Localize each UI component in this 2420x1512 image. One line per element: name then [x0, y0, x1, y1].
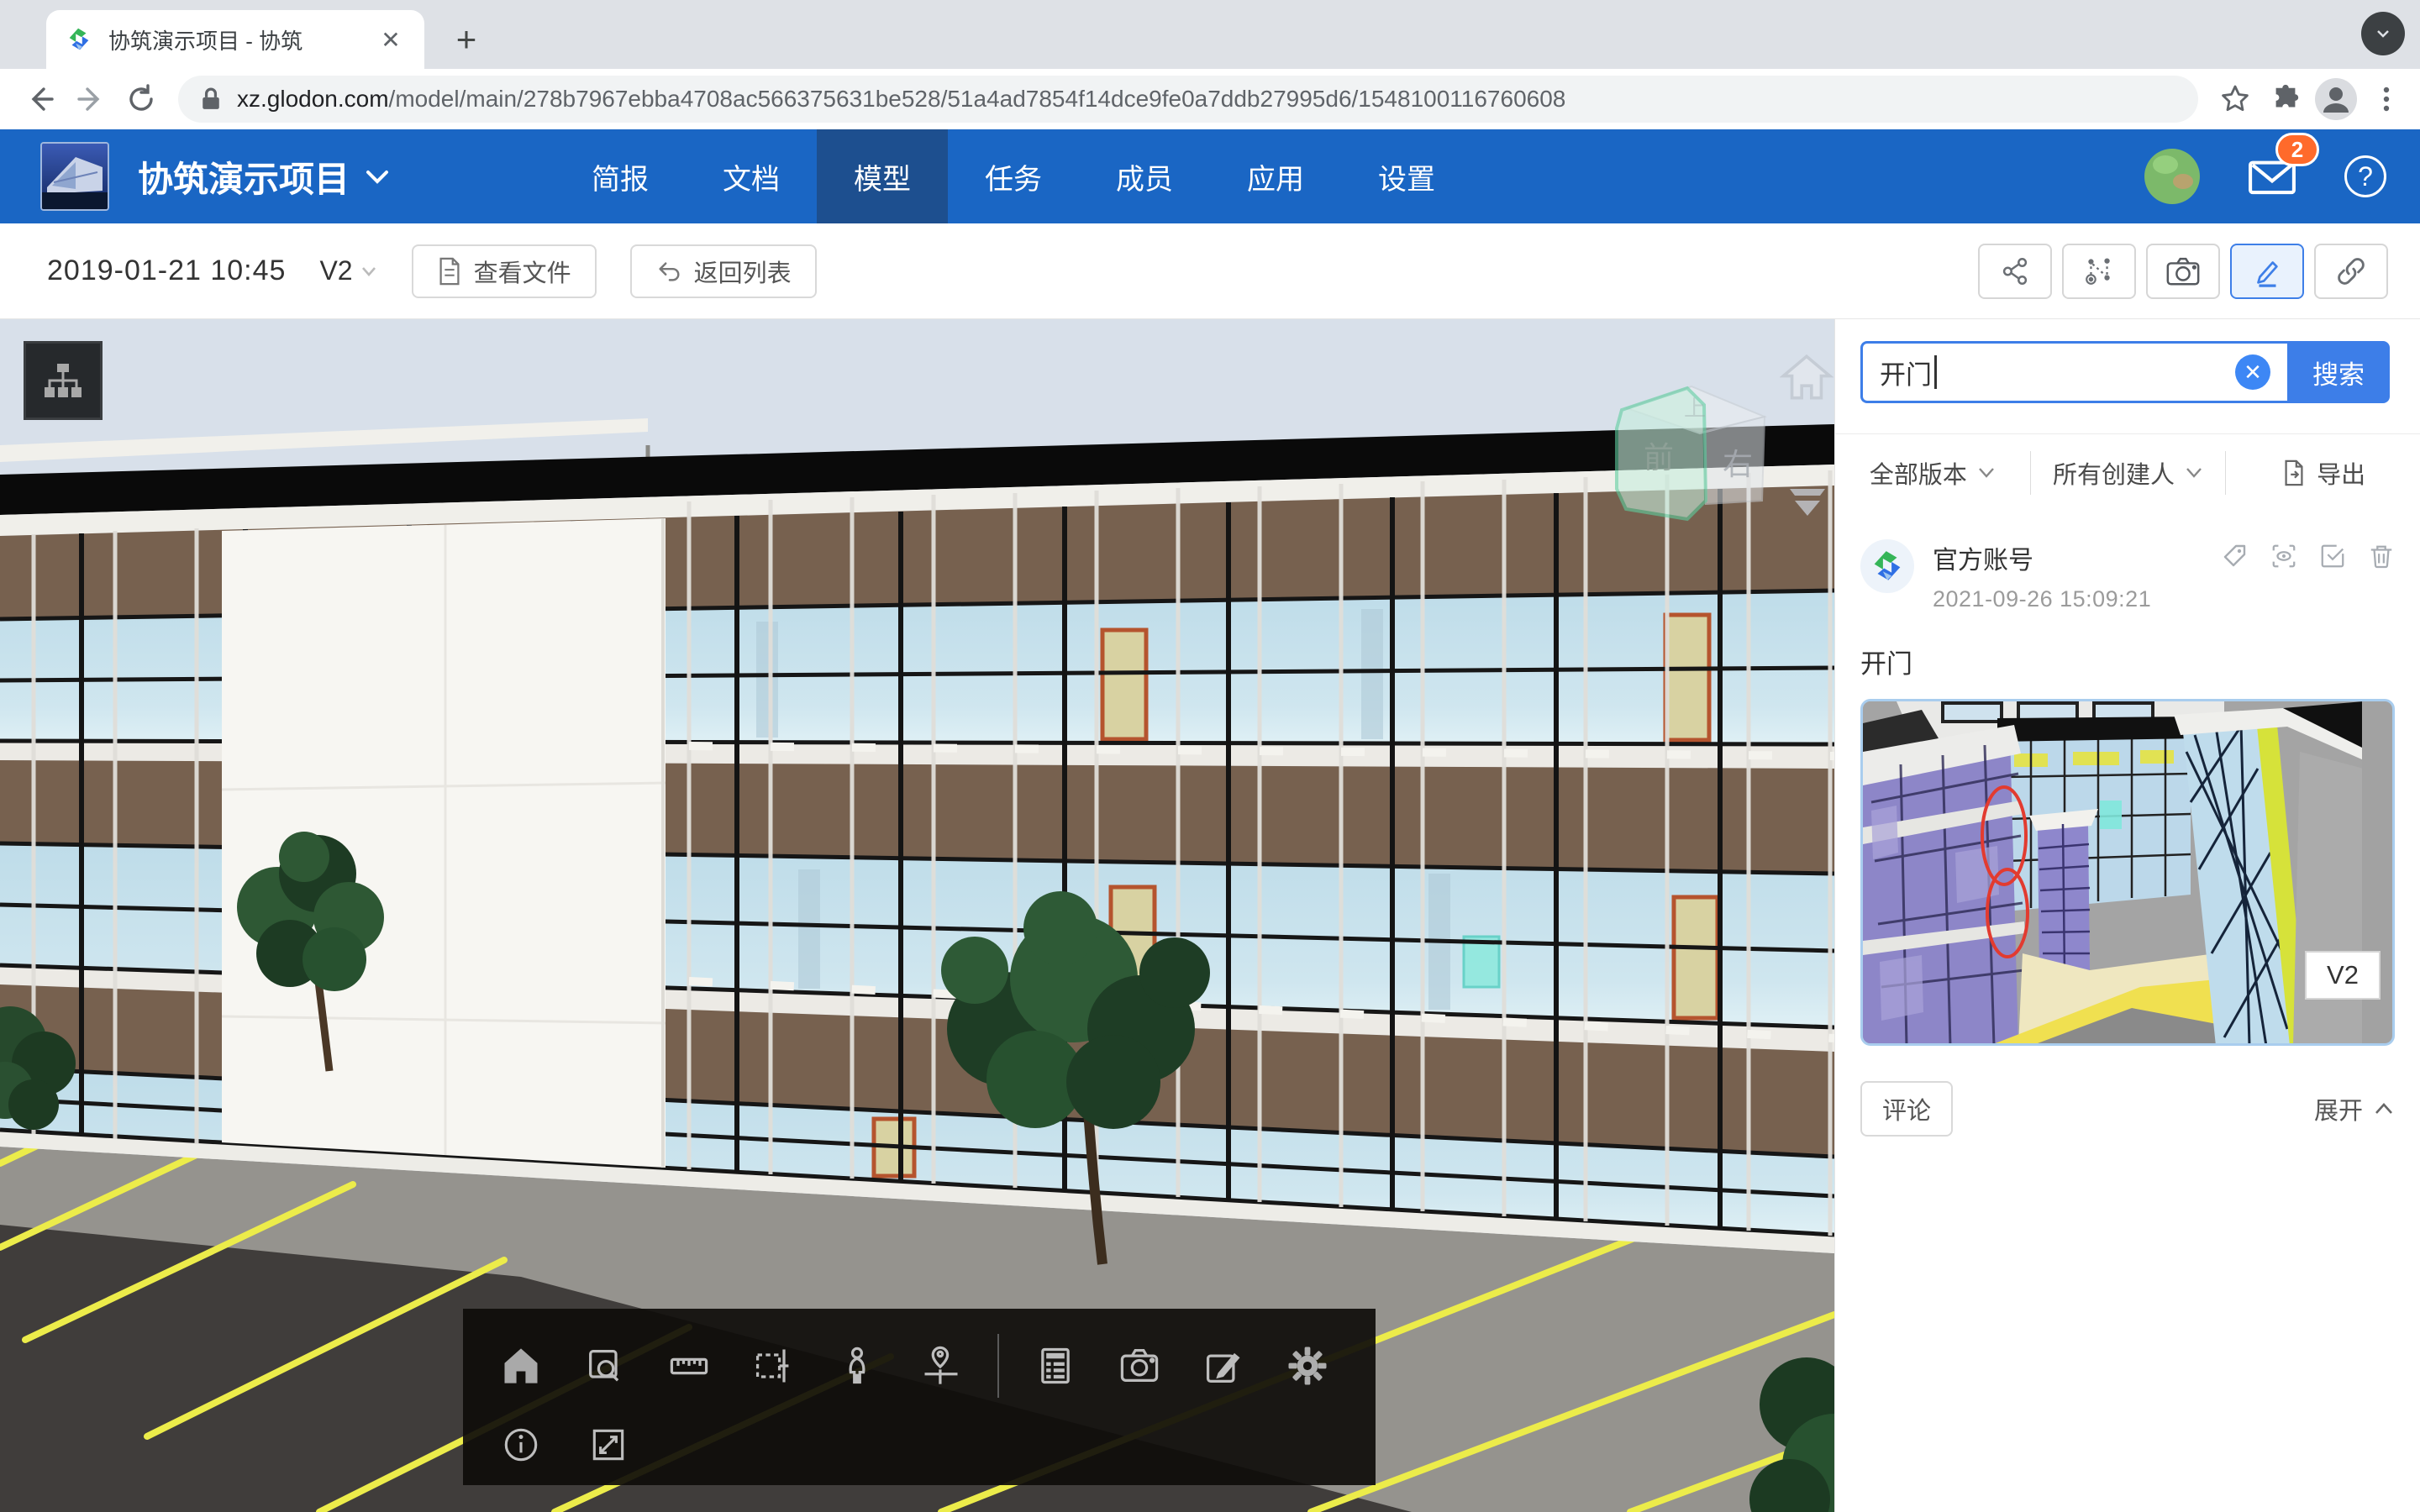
section-button[interactable] — [740, 1333, 806, 1399]
forward-icon[interactable] — [66, 74, 116, 124]
user-avatar[interactable] — [2144, 149, 2200, 204]
viewer-snapshot-button[interactable] — [1107, 1333, 1172, 1399]
url-host: xz.glodon.com — [237, 86, 389, 113]
card-author: 官方账号 — [1933, 539, 2151, 576]
nav-tab-briefing[interactable]: 简报 — [555, 129, 686, 223]
viewer-views-dropdown-icon[interactable] — [1783, 484, 1832, 525]
search-button[interactable]: 搜索 — [2287, 341, 2390, 403]
back-to-list-button[interactable]: 返回列表 — [630, 244, 817, 298]
markup-card[interactable]: 官方账号 2021-09-26 15:09:21 — [1860, 539, 2395, 1137]
link-button[interactable] — [2314, 244, 2388, 299]
address-bar: xz.glodon.com/model/main/278b7967ebba470… — [0, 69, 2420, 129]
tag-icon[interactable] — [2222, 543, 2249, 570]
view-in-model-icon[interactable] — [2270, 543, 2297, 570]
export-icon — [2281, 459, 2307, 486]
search-input-value: 开门 — [1880, 354, 1932, 391]
lock-icon — [200, 86, 222, 113]
tab-close-icon[interactable]: ✕ — [376, 24, 406, 55]
nav-tab-model[interactable]: 模型 — [817, 129, 948, 223]
version-dropdown[interactable]: V2 — [319, 255, 377, 286]
markup-button[interactable] — [2230, 244, 2304, 299]
browser-profile-avatar[interactable] — [2311, 74, 2361, 124]
help-icon[interactable]: ? — [2344, 155, 2386, 197]
markup-thumbnail[interactable]: V2 — [1860, 699, 2395, 1046]
delete-icon[interactable] — [2368, 543, 2395, 570]
browser-tab-strip: 协筑演示项目 - 协筑 ✕ + — [0, 0, 2420, 69]
share-button[interactable] — [1978, 244, 2052, 299]
info-button[interactable] — [488, 1412, 554, 1478]
tab-title: 协筑演示项目 - 协筑 — [108, 24, 376, 55]
mail-button[interactable]: 2 — [2247, 151, 2297, 202]
chevron-down-icon — [360, 264, 378, 279]
mail-badge: 2 — [2275, 133, 2319, 166]
model-timestamp: 2019-01-21 10:45 — [47, 255, 286, 287]
cube-front-face-label[interactable]: 前 — [1644, 433, 1674, 477]
favicon-glodon-icon — [65, 25, 93, 54]
cube-top-face-label[interactable]: 上 — [1684, 391, 1706, 423]
viewer-markup-button[interactable] — [1191, 1333, 1256, 1399]
viewer-settings-button[interactable] — [1275, 1333, 1340, 1399]
viewpoint-button[interactable] — [908, 1333, 974, 1399]
nav-tab-documents[interactable]: 文档 — [686, 129, 817, 223]
fullscreen-button[interactable] — [576, 1412, 641, 1478]
version-filter-dropdown[interactable]: 全部版本 — [1835, 455, 2030, 491]
tab-search-icon[interactable] — [2361, 12, 2405, 55]
url-path: /model/main/278b7967ebba4708ac566375631b… — [389, 86, 1566, 113]
url-bar[interactable]: xz.glodon.com/model/main/278b7967ebba470… — [178, 76, 2198, 123]
clear-search-icon[interactable]: ✕ — [2235, 354, 2270, 390]
chevron-up-icon — [2373, 1101, 2395, 1116]
main-nav: 简报 文档 模型 任务 成员 应用 设置 — [555, 129, 1472, 223]
view-file-button[interactable]: 查看文件 — [412, 244, 597, 298]
viewer-home-button[interactable] — [1780, 351, 1833, 407]
project-chevron-down-icon[interactable] — [363, 165, 392, 187]
document-icon — [437, 257, 462, 286]
browser-tab[interactable]: 协筑演示项目 - 协筑 ✕ — [46, 10, 424, 69]
glodon-logo-icon — [1868, 547, 1907, 585]
chevron-down-icon — [2185, 466, 2203, 480]
nav-tab-members[interactable]: 成员 — [1079, 129, 1210, 223]
extensions-icon[interactable] — [2260, 74, 2311, 124]
markup-sidebar: 开门 ✕ 搜索 全部版本 所有创建人 导出 — [1834, 319, 2420, 1512]
zoom-window-button[interactable] — [572, 1333, 638, 1399]
card-timestamp: 2021-09-26 15:09:21 — [1933, 586, 2151, 612]
task-check-icon[interactable] — [2319, 543, 2346, 570]
search-input[interactable]: 开门 ✕ — [1860, 341, 2287, 403]
viewer-toolbar — [463, 1309, 1376, 1485]
text-caret — [1934, 355, 1937, 389]
nav-tab-settings[interactable]: 设置 — [1341, 129, 1472, 223]
new-tab-button[interactable]: + — [445, 18, 487, 60]
model-tree-button[interactable] — [24, 341, 103, 420]
nav-tab-apps[interactable]: 应用 — [1210, 129, 1341, 223]
markup-title: 开门 — [1860, 643, 2395, 680]
nav-tab-tasks[interactable]: 任务 — [948, 129, 1079, 223]
project-thumbnail[interactable] — [40, 142, 109, 211]
comment-button[interactable]: 评论 — [1860, 1081, 1953, 1137]
hierarchy-icon — [41, 360, 85, 401]
browser-menu-icon[interactable] — [2361, 74, 2412, 124]
export-button[interactable]: 导出 — [2226, 455, 2420, 491]
creator-filter-dropdown[interactable]: 所有创建人 — [2031, 455, 2226, 491]
project-name[interactable]: 协筑演示项目 — [138, 151, 350, 202]
cube-right-face-label[interactable]: 右 — [1723, 440, 1753, 484]
reload-icon[interactable] — [116, 74, 166, 124]
expand-toggle[interactable]: 展开 — [2314, 1091, 2395, 1126]
thumbnail-version-badge: V2 — [2305, 951, 2381, 1000]
official-account-avatar — [1860, 539, 1914, 593]
model-toolbar: 2019-01-21 10:45 V2 查看文件 返回列表 — [0, 223, 2420, 319]
measure-button[interactable] — [656, 1333, 722, 1399]
viewer-toolbar-home-button[interactable] — [488, 1333, 554, 1399]
walkthrough-button[interactable] — [824, 1333, 890, 1399]
snapshot-button[interactable] — [2146, 244, 2220, 299]
app-header: 协筑演示项目 简报 文档 模型 任务 成员 应用 设置 2 ? — [0, 129, 2420, 223]
chevron-down-icon — [1977, 466, 1996, 480]
back-icon[interactable] — [15, 74, 66, 124]
return-arrow-icon — [655, 258, 682, 285]
bookmark-star-icon[interactable] — [2210, 74, 2260, 124]
thumbnail-scene — [1863, 701, 2362, 1046]
toolbar-divider — [997, 1334, 999, 1398]
roam-path-button[interactable] — [2062, 244, 2136, 299]
properties-button[interactable] — [1023, 1333, 1088, 1399]
